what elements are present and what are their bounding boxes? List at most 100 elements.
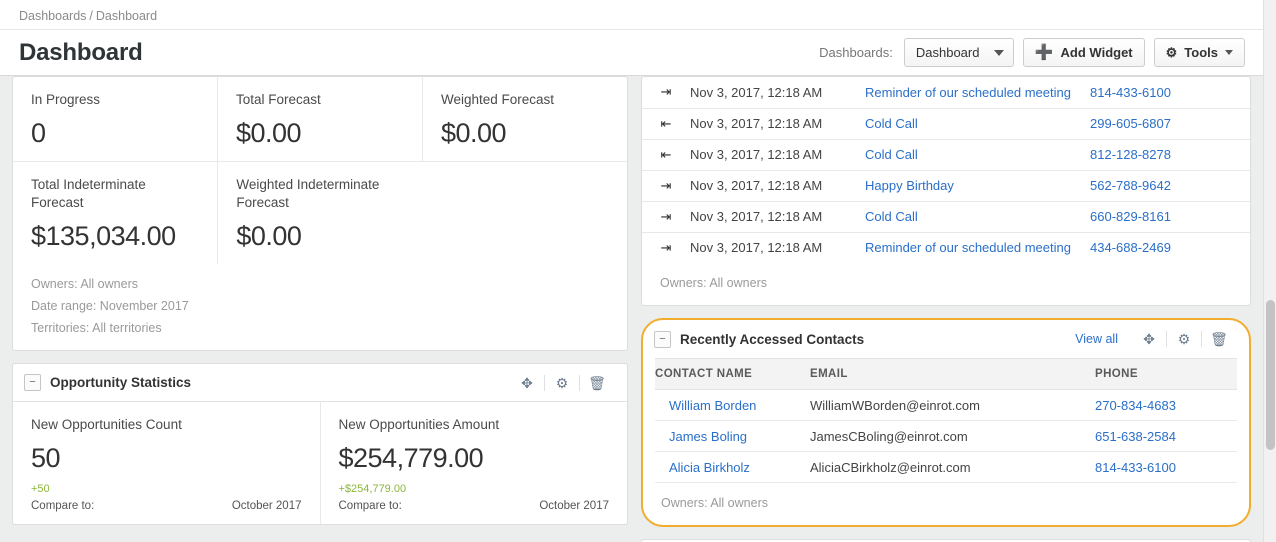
trash-icon[interactable]: 🗑	[580, 376, 614, 390]
direction-outbound-icon: ⇥	[660, 84, 672, 100]
metric-total-indeterminate-forecast: Total Indeterminate Forecast $135,034.00	[13, 162, 217, 264]
activities-table: ⇥ Nov 3, 2017, 12:18 AM Reminder of our …	[642, 77, 1250, 263]
dashboard-content: In Progress 0 Total Forecast $0.00 Weigh…	[0, 76, 1263, 542]
metric-in-progress: In Progress 0	[13, 77, 217, 161]
move-icon[interactable]: ✥	[510, 376, 544, 390]
chevron-down-icon	[1225, 50, 1233, 55]
metric-value: $0.00	[236, 221, 302, 251]
dashboard-select[interactable]: Dashboard	[903, 38, 1014, 67]
contacts-table-body: William Borden WilliamWBorden@einrot.com…	[655, 389, 1237, 483]
header-controls: Dashboards: Dashboard ➕ Add Widget ⚙ Too…	[819, 38, 1245, 67]
widget-actions: View all ✥ ⚙ 🗑	[1075, 331, 1236, 347]
activity-subject-link[interactable]: Cold Call	[865, 209, 918, 224]
breadcrumb-root[interactable]: Dashboards	[19, 9, 86, 23]
contact-phone-link[interactable]: 270-834-4683	[1095, 398, 1176, 413]
forecast-metric-row-1: In Progress 0 Total Forecast $0.00 Weigh…	[13, 77, 627, 161]
column-header-contact-name[interactable]: CONTACT NAME	[655, 358, 810, 390]
title-row: Dashboard Dashboards: Dashboard ➕ Add Wi…	[0, 30, 1263, 75]
contact-name-link[interactable]: William Borden	[669, 398, 756, 413]
opportunity-statistics-widget: − Opportunity Statistics ✥ ⚙ 🗑 New Oppor…	[12, 363, 628, 525]
breadcrumb: Dashboards / Dashboard	[0, 0, 1263, 30]
metric-spacer	[423, 162, 627, 264]
forecast-metric-row-2: Total Indeterminate Forecast $135,034.00…	[13, 161, 627, 264]
move-icon[interactable]: ✥	[1132, 332, 1166, 346]
activity-subject-link[interactable]: Reminder of our scheduled meeting	[865, 85, 1071, 100]
dashboard-column-right: ⇥ Nov 3, 2017, 12:18 AM Reminder of our …	[641, 76, 1251, 542]
table-row[interactable]: Alicia Birkholz AliciaCBirkholz@einrot.c…	[655, 451, 1237, 483]
compare-value: October 2017	[539, 500, 609, 512]
widget-title: Recently Accessed Contacts	[680, 331, 865, 347]
compare-value: October 2017	[231, 500, 302, 512]
add-widget-label: Add Widget	[1060, 45, 1133, 60]
widget-actions: ✥ ⚙ 🗑	[510, 374, 614, 391]
table-row[interactable]: ⇥ Nov 3, 2017, 12:18 AM Happy Birthday 5…	[642, 169, 1250, 201]
activity-subject-link[interactable]: Reminder of our scheduled meeting	[865, 240, 1071, 255]
table-row[interactable]: ⇤ Nov 3, 2017, 12:18 AM Cold Call 812-12…	[642, 138, 1250, 170]
direction-outbound-icon: ⇥	[642, 231, 690, 263]
table-row[interactable]: ⇤ Nov 3, 2017, 12:18 AM Cold Call 299-60…	[642, 107, 1250, 139]
gear-icon: ⚙	[1165, 45, 1178, 60]
table-row[interactable]: ⇥ Nov 3, 2017, 12:18 AM Reminder of our …	[642, 77, 1250, 108]
table-row[interactable]: James Boling JamesCBoling@einrot.com 651…	[655, 420, 1237, 452]
activity-phone-link[interactable]: 660-829-8161	[1090, 209, 1171, 224]
activity-date: Nov 3, 2017, 12:18 AM	[690, 138, 865, 170]
gear-icon[interactable]: ⚙	[545, 376, 579, 390]
chevron-down-icon	[993, 49, 1004, 56]
metric-compare: Compare to: October 2017	[31, 500, 302, 512]
widget-title: Opportunity Statistics	[50, 375, 192, 390]
contacts-table-wrapper: CONTACT NAME EMAIL PHONE William Borden …	[643, 358, 1249, 483]
metric-value: $135,034.00	[31, 221, 176, 251]
table-row[interactable]: ⇥ Nov 3, 2017, 12:18 AM Cold Call 660-82…	[642, 200, 1250, 232]
compare-label: Compare to:	[31, 500, 95, 512]
collapse-toggle[interactable]: −	[24, 374, 41, 391]
activities-widget-footer: Owners: All owners	[642, 263, 1250, 305]
metric-new-opportunities-count: New Opportunities Count 50 +50 Compare t…	[13, 402, 320, 524]
activity-subject-link[interactable]: Cold Call	[865, 116, 918, 131]
activity-phone-link[interactable]: 814-433-6100	[1090, 85, 1171, 100]
contact-phone-link[interactable]: 814-433-6100	[1095, 460, 1176, 475]
activity-subject-link[interactable]: Cold Call	[865, 147, 918, 162]
trash-icon[interactable]: 🗑	[1202, 332, 1236, 346]
scrollbar-thumb[interactable]	[1266, 300, 1275, 450]
metric-new-opportunities-amount: New Opportunities Amount $254,779.00 +$2…	[319, 402, 628, 524]
table-row[interactable]: ⇥ Nov 3, 2017, 12:18 AM Reminder of our …	[642, 231, 1250, 263]
recently-accessed-contacts-widget: − Recently Accessed Contacts View all ✥ …	[641, 318, 1251, 527]
contact-email: WilliamWBorden@einrot.com	[810, 389, 1095, 421]
direction-outbound-icon: ⇥	[642, 200, 690, 232]
column-header-phone[interactable]: PHONE	[1095, 358, 1237, 390]
activity-date: Nov 3, 2017, 12:18 AM	[690, 200, 865, 232]
activity-phone-link[interactable]: 562-788-9642	[1090, 178, 1171, 193]
activity-subject-link[interactable]: Happy Birthday	[865, 178, 954, 193]
table-row[interactable]: William Borden WilliamWBorden@einrot.com…	[655, 389, 1237, 421]
footer-owners: Owners: All owners	[661, 496, 768, 510]
metric-weighted-forecast: Weighted Forecast $0.00	[422, 77, 627, 161]
metric-label: Total Forecast	[236, 92, 321, 107]
page-scrollbar[interactable]	[1263, 0, 1276, 542]
contact-name-link[interactable]: Alicia Birkholz	[669, 460, 750, 475]
activity-phone-link[interactable]: 299-605-6807	[1090, 116, 1171, 131]
gear-icon[interactable]: ⚙	[1167, 332, 1201, 346]
metric-value: $0.00	[236, 118, 302, 148]
contact-name-link[interactable]: James Boling	[669, 429, 747, 444]
metric-label: Total Indeterminate Forecast	[31, 177, 146, 210]
add-widget-button[interactable]: ➕ Add Widget	[1022, 38, 1145, 67]
activity-phone-link[interactable]: 812-128-8278	[1090, 147, 1171, 162]
activities-table-body: ⇥ Nov 3, 2017, 12:18 AM Reminder of our …	[642, 77, 1250, 263]
metric-weighted-indeterminate-forecast: Weighted Indeterminate Forecast $0.00	[217, 162, 422, 264]
dashboard-column-left: In Progress 0 Total Forecast $0.00 Weigh…	[12, 76, 628, 537]
metric-label: In Progress	[31, 92, 101, 107]
column-header-email[interactable]: EMAIL	[810, 358, 1095, 390]
metric-compare: Compare to: October 2017	[339, 500, 610, 512]
activity-phone-link[interactable]: 434-688-2469	[1090, 240, 1171, 255]
contact-phone-link[interactable]: 651-638-2584	[1095, 429, 1176, 444]
contacts-widget-header: − Recently Accessed Contacts View all ✥ …	[643, 320, 1249, 358]
dashboard-page: Dashboards / Dashboard Dashboard Dashboard…	[0, 0, 1276, 542]
collapse-toggle[interactable]: −	[654, 330, 671, 348]
metric-total-forecast: Total Forecast $0.00	[217, 77, 422, 161]
metric-value: $254,779.00	[338, 443, 484, 473]
activity-date: Nov 3, 2017, 12:18 AM	[690, 107, 865, 139]
view-all-link[interactable]: View all	[1075, 332, 1118, 346]
tools-button[interactable]: ⚙ Tools	[1153, 38, 1245, 67]
metric-delta: +50	[31, 483, 50, 495]
direction-inbound-icon: ⇤	[642, 138, 690, 170]
